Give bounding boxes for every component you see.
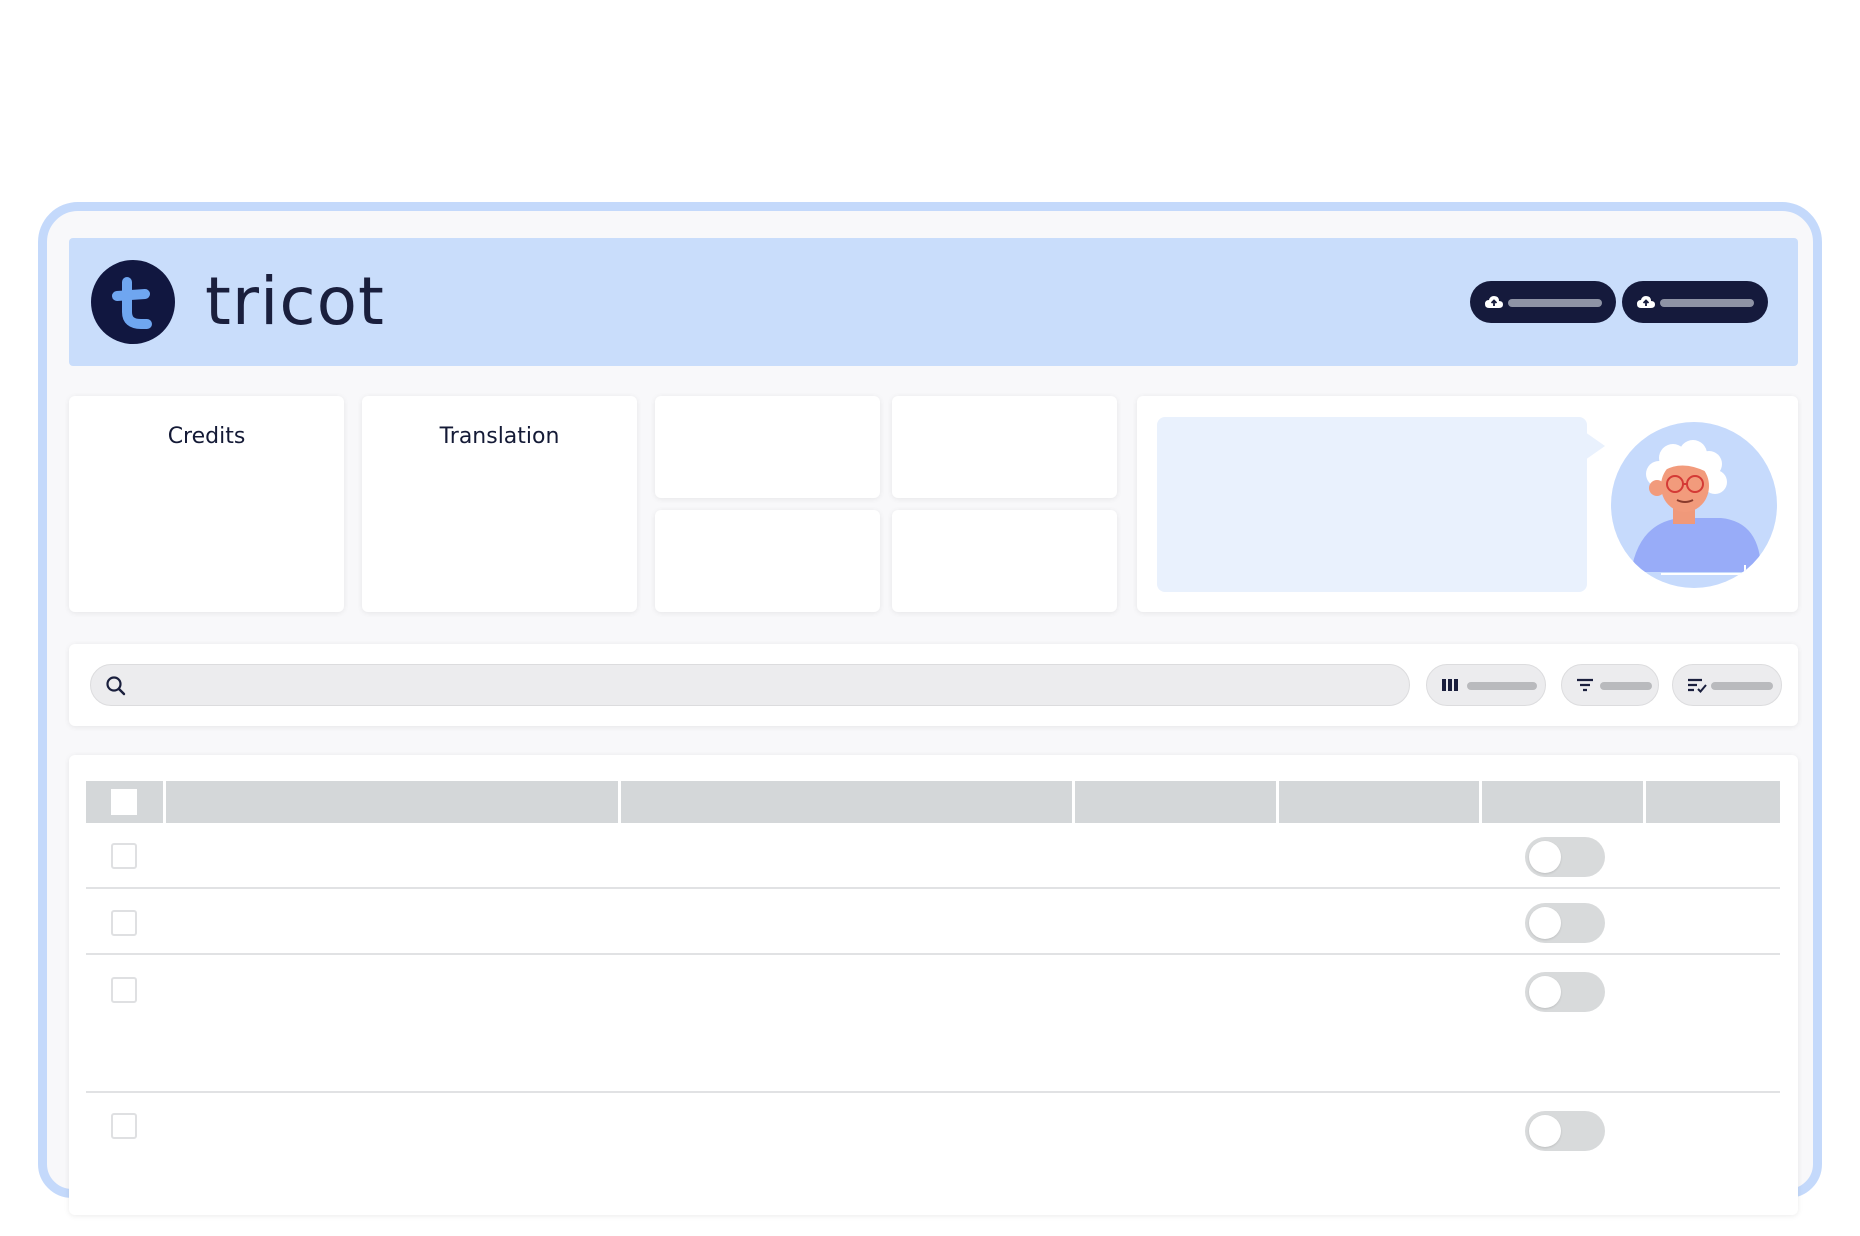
row-divider (86, 887, 1780, 889)
brand-logo-icon (91, 260, 175, 344)
row-toggle[interactable] (1525, 903, 1605, 943)
stat-card-4 (892, 510, 1117, 612)
brand-wordmark: tricot (205, 263, 385, 340)
search-input[interactable] (90, 664, 1410, 706)
row-toggle[interactable] (1525, 837, 1605, 877)
sort-icon (1688, 678, 1707, 693)
row-checkbox[interactable] (111, 1113, 137, 1139)
row-divider (86, 1091, 1780, 1093)
filter-button[interactable] (1561, 664, 1659, 706)
row-checkbox[interactable] (111, 843, 137, 869)
stat-card-1 (655, 396, 880, 498)
credits-card-title: Credits (167, 424, 246, 449)
search-icon (106, 676, 126, 696)
cloud-upload-icon (1637, 296, 1655, 308)
row-divider (86, 953, 1780, 955)
row-toggle[interactable] (1525, 972, 1605, 1012)
table-header-row (86, 781, 1780, 823)
upload-button-1[interactable] (1470, 281, 1616, 323)
assistant-speech-bubble (1157, 417, 1587, 592)
assistant-avatar (1611, 422, 1777, 588)
cloud-upload-icon (1485, 296, 1503, 308)
columns-icon (1442, 679, 1458, 691)
select-all-checkbox[interactable] (111, 789, 137, 815)
speech-bubble-tail (1585, 432, 1605, 460)
stat-card-3 (655, 510, 880, 612)
translation-card-title: Translation (439, 424, 560, 449)
row-checkbox[interactable] (111, 910, 137, 936)
translation-card[interactable]: Translation (362, 396, 637, 612)
credits-card[interactable]: Credits (69, 396, 344, 612)
columns-button[interactable] (1426, 664, 1546, 706)
row-toggle[interactable] (1525, 1111, 1605, 1151)
filter-icon (1577, 678, 1593, 692)
stat-card-2 (892, 396, 1117, 498)
upload-button-2[interactable] (1622, 281, 1768, 323)
sort-button[interactable] (1672, 664, 1782, 706)
row-checkbox[interactable] (111, 977, 137, 1003)
